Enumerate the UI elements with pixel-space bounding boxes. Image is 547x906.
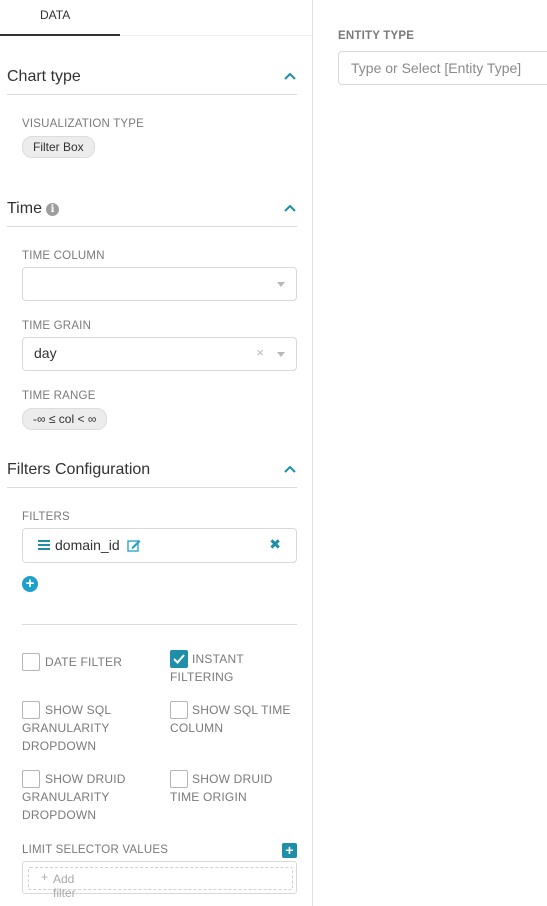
date-filter-checkbox[interactable] bbox=[22, 653, 40, 671]
tab-data-label: DATA bbox=[40, 8, 71, 22]
section-title: Chart type bbox=[7, 68, 81, 85]
control-panel: DATA Chart type VISUALIZATION TYPE Filte… bbox=[0, 0, 313, 906]
info-icon[interactable]: i bbox=[45, 203, 59, 216]
plus-icon[interactable]: + bbox=[282, 843, 297, 858]
chevron-up-icon[interactable] bbox=[283, 202, 297, 216]
time-range-pill[interactable]: -∞ ≤ col < ∞ bbox=[22, 408, 108, 430]
section-title-time: Time i bbox=[7, 200, 59, 218]
edit-icon[interactable] bbox=[127, 538, 141, 552]
add-circle-icon[interactable]: + bbox=[22, 576, 38, 592]
date-filter-label: DATE FILTER bbox=[45, 655, 123, 669]
time-column-select[interactable] bbox=[22, 267, 297, 301]
remove-icon[interactable]: ✖ bbox=[269, 536, 281, 553]
tab-data[interactable]: DATA bbox=[0, 0, 120, 36]
add-filter-button[interactable]: + Add filter bbox=[28, 867, 293, 900]
filter-item[interactable]: domain_id ✖ bbox=[22, 528, 297, 563]
section-chart-type-header[interactable]: Chart type bbox=[7, 64, 297, 95]
filters-label: FILTERS bbox=[22, 511, 70, 523]
filter-name: domain_id bbox=[55, 537, 120, 553]
add-filter-label: + Add filter bbox=[41, 870, 76, 900]
entity-type-select[interactable]: Type or Select [Entity Type] bbox=[338, 51, 547, 85]
chevron-up-icon[interactable] bbox=[283, 70, 297, 84]
time-grain-value: day bbox=[34, 345, 57, 361]
chevron-up-icon[interactable] bbox=[283, 463, 297, 477]
show-sql-granularity-label: SHOW SQL GRANULARITY DROPDOWN bbox=[22, 703, 112, 753]
time-grain-select[interactable]: day × bbox=[22, 337, 297, 371]
section-filters-header[interactable]: Filters Configuration bbox=[7, 457, 297, 488]
time-grain-label: TIME GRAIN bbox=[22, 320, 92, 332]
filter-preview-panel: ENTITY TYPE Type or Select [Entity Type] bbox=[313, 0, 547, 906]
instant-filtering-label: INSTANT FILTERING bbox=[170, 652, 244, 684]
section-title: Filters Configuration bbox=[7, 461, 151, 478]
time-column-label: TIME COLUMN bbox=[22, 250, 105, 262]
tab-bar: DATA bbox=[0, 0, 312, 36]
show-druid-granularity-label: SHOW DRUID GRANULARITY DROPDOWN bbox=[22, 772, 126, 822]
clear-icon[interactable]: × bbox=[256, 345, 264, 360]
limit-selector-label: LIMIT SELECTOR VALUES bbox=[22, 844, 169, 856]
show-sql-time-column-label: SHOW SQL TIME COLUMN bbox=[170, 703, 291, 735]
time-range-label: TIME RANGE bbox=[22, 390, 96, 402]
viz-type-label: VISUALIZATION TYPE bbox=[22, 118, 145, 130]
section-title: Time bbox=[7, 200, 42, 217]
divider bbox=[22, 624, 297, 625]
limit-selector-box: + Add filter bbox=[22, 861, 297, 900]
section-time-header[interactable]: Time i bbox=[7, 196, 297, 227]
caret-down-icon[interactable] bbox=[277, 282, 285, 287]
drag-handle-icon[interactable] bbox=[38, 540, 50, 550]
caret-down-icon[interactable] bbox=[277, 352, 285, 357]
show-druid-time-origin-label: SHOW DRUID TIME ORIGIN bbox=[170, 772, 273, 804]
entity-type-label: ENTITY TYPE bbox=[338, 30, 415, 42]
entity-type-placeholder: Type or Select [Entity Type] bbox=[351, 60, 522, 76]
viz-type-pill[interactable]: Filter Box bbox=[22, 136, 95, 158]
